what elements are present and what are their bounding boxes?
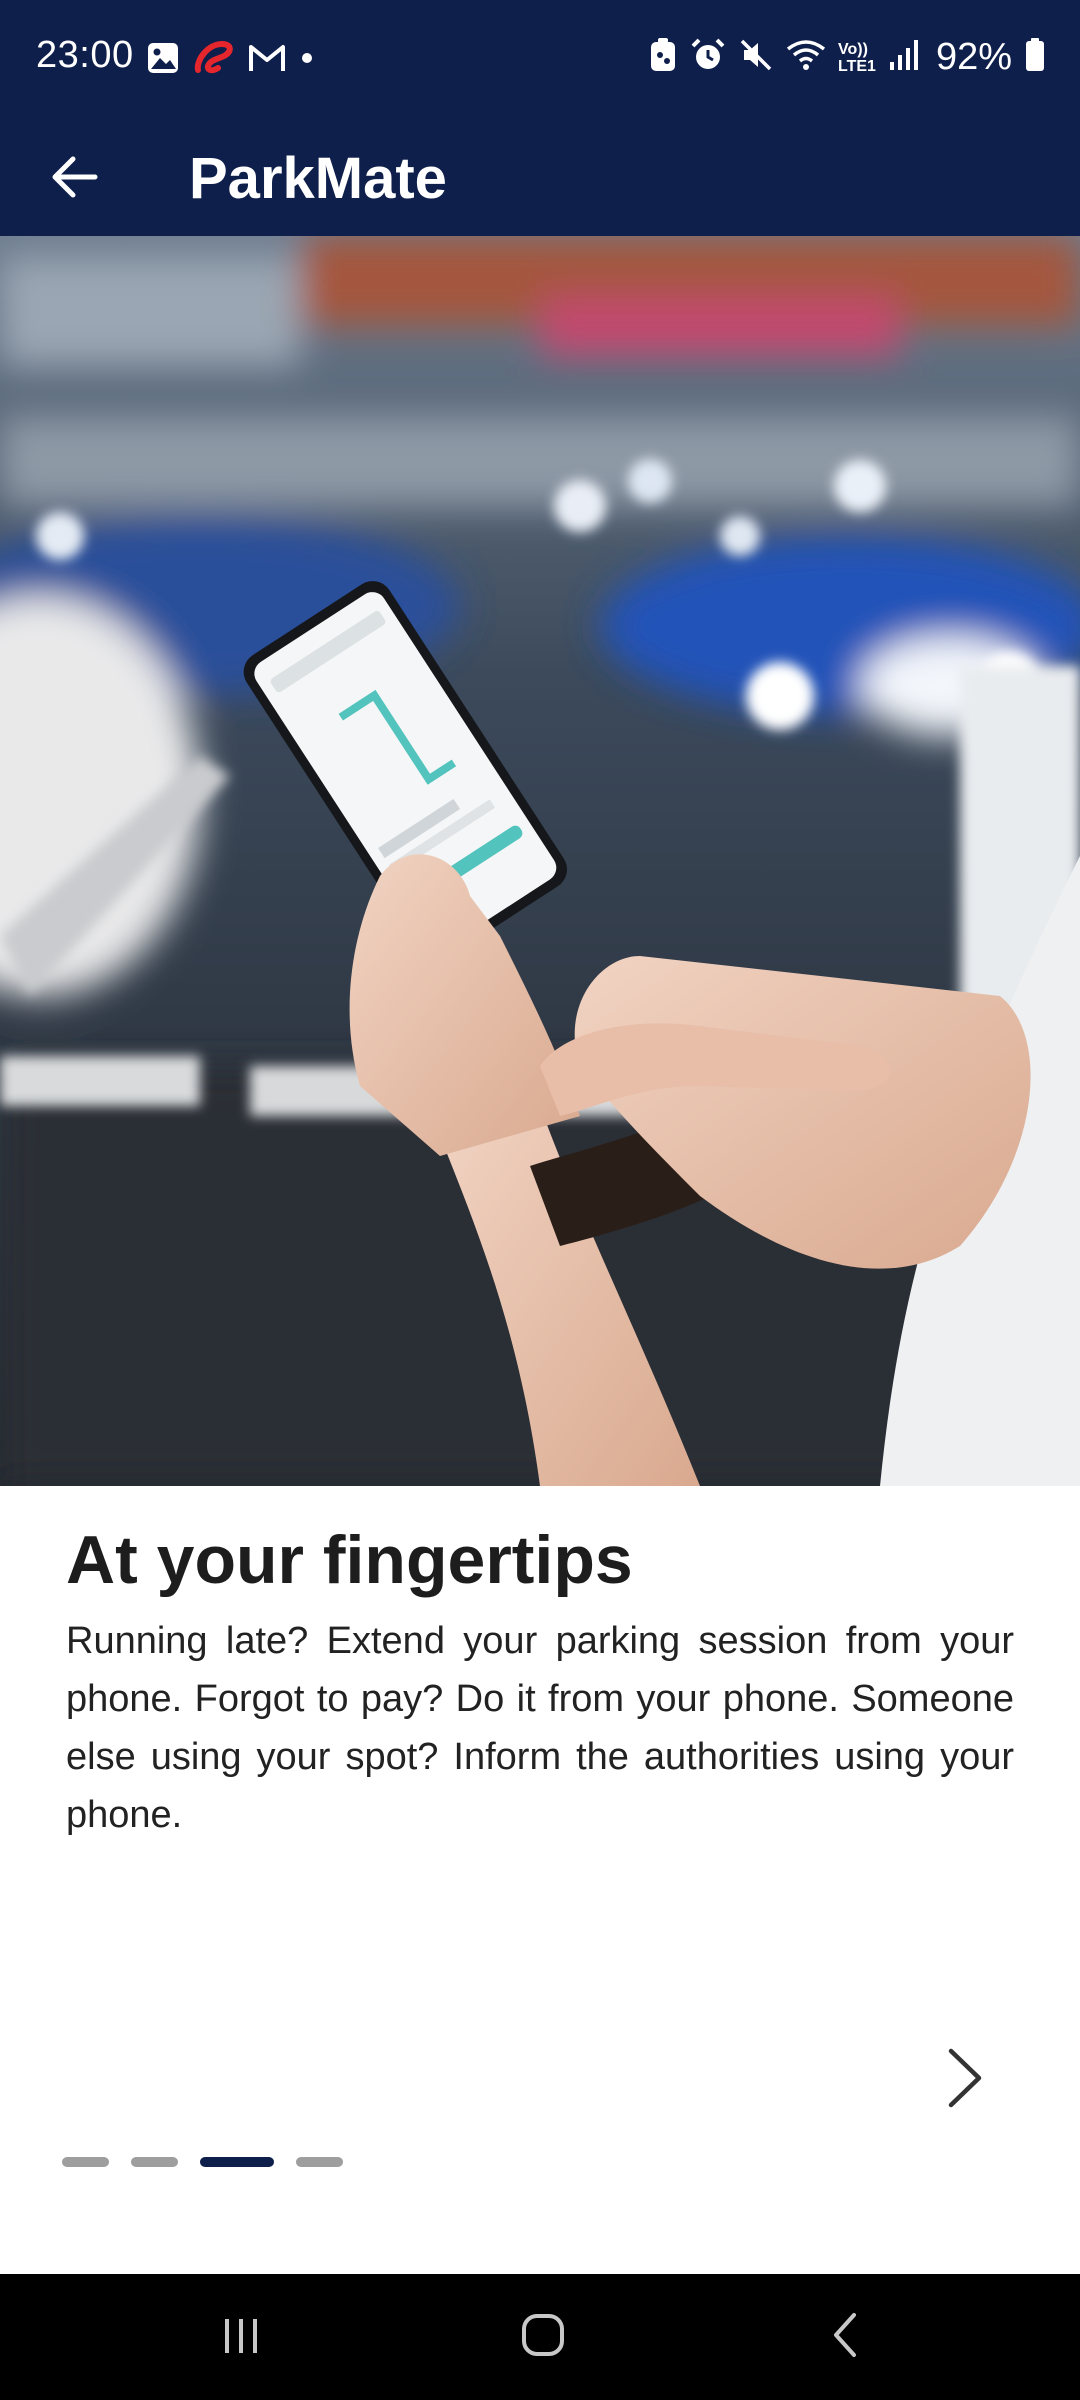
- status-bar: 23:00 Vo)) LTE1 92%: [0, 0, 1080, 122]
- system-nav-bar: [0, 2274, 1080, 2400]
- onboarding-content: At your fingertips Running late? Extend …: [66, 1518, 1014, 1844]
- hero-image: [0, 236, 1080, 1486]
- recents-button[interactable]: [196, 2302, 286, 2372]
- nav-back-icon: [828, 2311, 862, 2364]
- page-indicator-dot-1[interactable]: [62, 2157, 109, 2167]
- status-time: 23:00: [36, 34, 134, 76]
- page-indicator-dot-4[interactable]: [296, 2157, 343, 2167]
- battery-percent: 92%: [935, 36, 1012, 78]
- onboarding-body: Running late? Extend your parking sessio…: [66, 1620, 1014, 1836]
- back-arrow-icon: [51, 155, 99, 204]
- chevron-right-icon: [945, 2047, 985, 2114]
- app-title: ParkMate: [189, 146, 447, 211]
- recents-icon: [219, 2313, 263, 2362]
- next-button[interactable]: [920, 2040, 1010, 2120]
- battery-saver-icon: [648, 37, 678, 78]
- gallery-icon: [146, 41, 180, 80]
- volte-icon: Vo)) LTE1: [838, 41, 876, 75]
- dot-icon: [300, 51, 314, 70]
- system-status-icons: Vo)) LTE1 92%: [648, 36, 1046, 79]
- home-button[interactable]: [498, 2302, 588, 2372]
- volte-label: Vo)): [838, 40, 868, 58]
- mute-icon: [738, 37, 774, 78]
- page-indicator-dot-2[interactable]: [131, 2157, 178, 2167]
- signal-icon: [888, 38, 920, 77]
- wifi-icon: [786, 37, 826, 78]
- lte-label: LTE1: [838, 57, 876, 75]
- gmail-icon: [248, 43, 286, 78]
- nav-back-button[interactable]: [800, 2302, 890, 2372]
- page-indicator-dot-3-active[interactable]: [200, 2157, 274, 2167]
- home-icon: [519, 2311, 567, 2364]
- onboarding-headline: At your fingertips: [66, 1522, 633, 1598]
- notification-icons: [146, 40, 314, 81]
- alarm-icon: [690, 37, 726, 78]
- airtel-icon: [194, 40, 234, 81]
- app-bar: ParkMate: [0, 122, 1080, 236]
- page-indicator: [62, 2157, 343, 2167]
- back-button[interactable]: [40, 144, 110, 214]
- battery-icon: [1024, 37, 1046, 78]
